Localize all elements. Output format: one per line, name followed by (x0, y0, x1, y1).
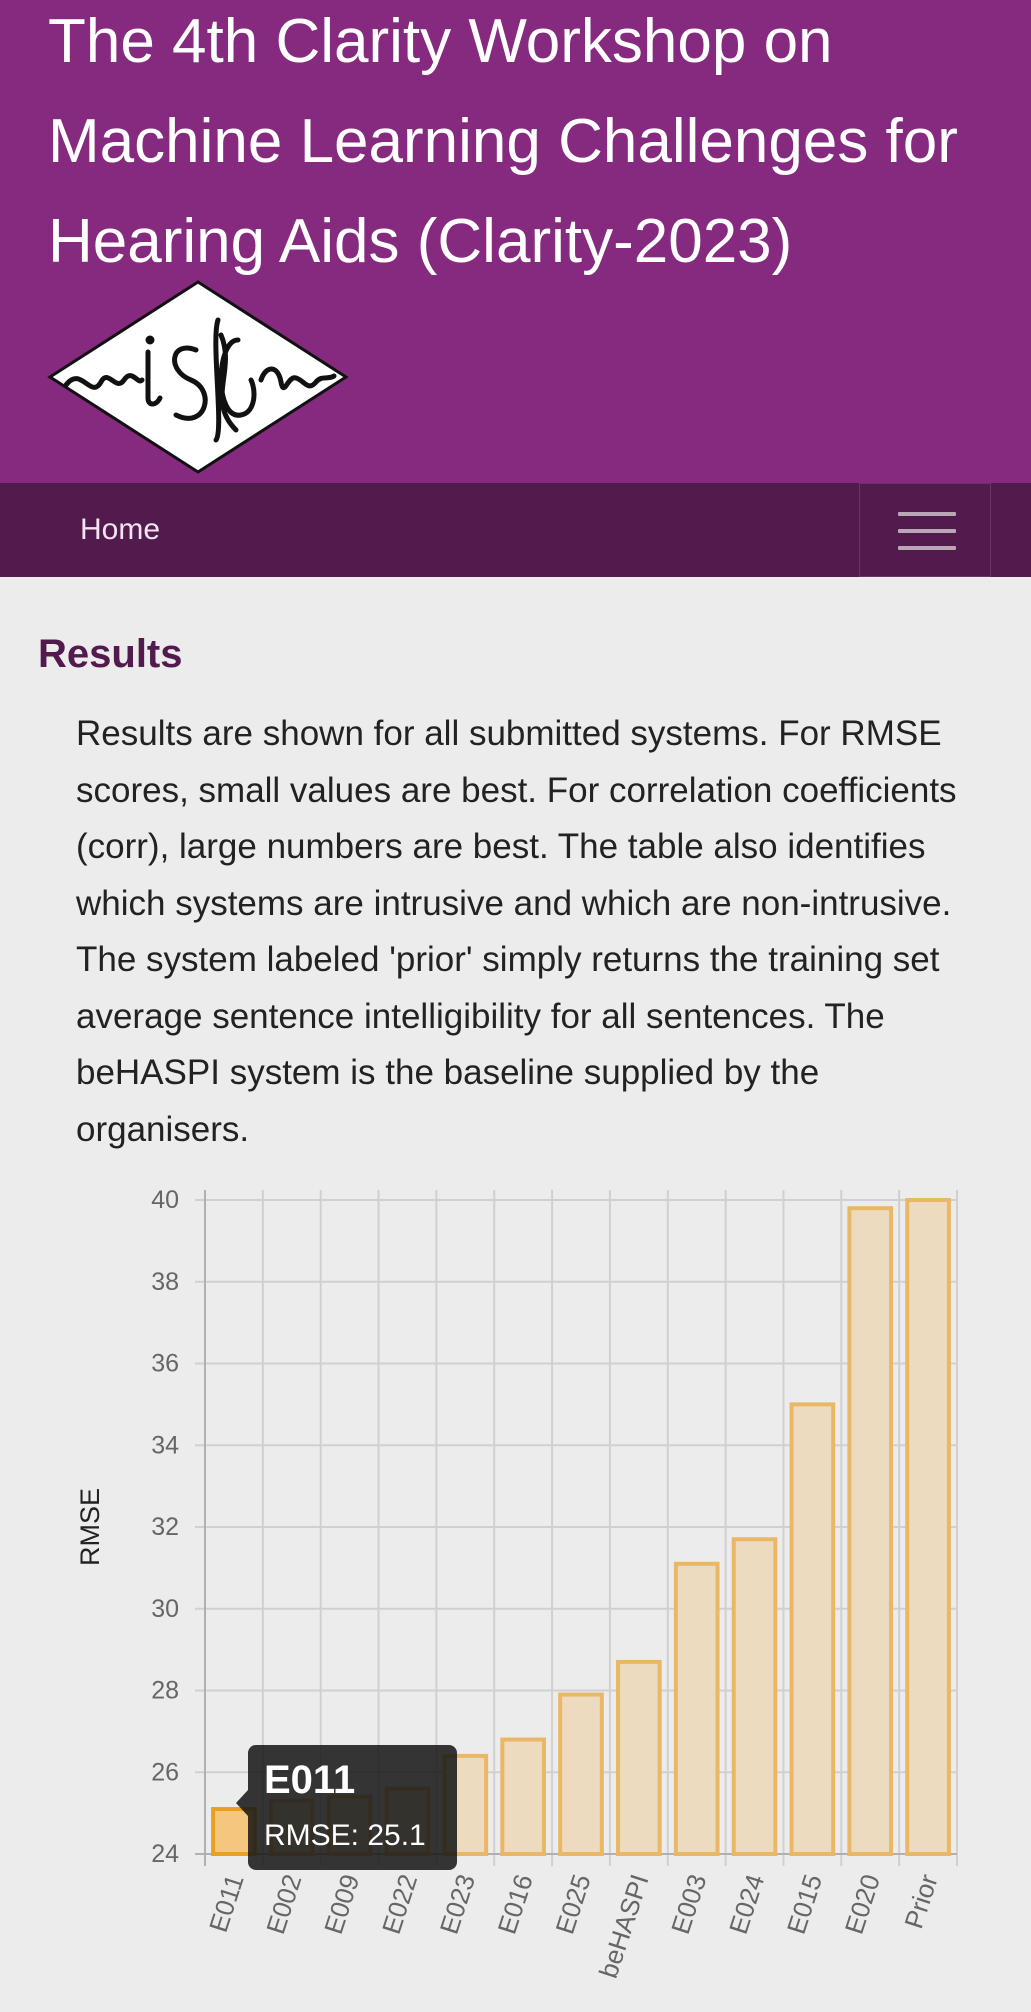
menu-toggle-button[interactable] (859, 483, 991, 577)
y-tick-label: 30 (151, 1595, 179, 1623)
bar-e015 (789, 1402, 836, 1856)
hamburger-menu-icon (898, 529, 956, 533)
site-header: The 4th Clarity Workshop on Machine Lear… (0, 0, 1031, 483)
y-tick-label: 28 (151, 1677, 179, 1705)
x-tick-label: beHASPI (593, 1871, 655, 1982)
results-intro: Results are shown for all submitted syst… (76, 714, 957, 1149)
y-tick-label: 32 (151, 1513, 179, 1541)
bar-e003 (673, 1561, 720, 1856)
x-tick-label: E022 (376, 1871, 423, 1938)
x-tick-label: E025 (549, 1871, 596, 1938)
x-tick-label: E011 (203, 1871, 250, 1936)
results-heading: Results (38, 632, 183, 676)
bar-e024 (731, 1537, 778, 1856)
x-tick-label: E003 (665, 1871, 712, 1938)
x-tick-label: E009 (318, 1871, 365, 1938)
hamburger-menu-icon (898, 546, 956, 550)
x-tick-label: E016 (492, 1871, 539, 1938)
tooltip-title: E011 (264, 1758, 355, 1802)
x-tick-label: E002 (260, 1871, 307, 1938)
y-tick-label: 38 (151, 1268, 179, 1296)
x-tick-label: E023 (434, 1871, 481, 1938)
nav-home-link[interactable]: Home (80, 483, 160, 577)
tooltip-label: RMSE: 25.1 (264, 1819, 426, 1852)
y-tick-label: 40 (151, 1186, 179, 1214)
x-tick-label: E015 (781, 1871, 828, 1938)
bar-prior (905, 1198, 951, 1856)
bar-e020 (847, 1206, 894, 1857)
y-tick-label: 36 (151, 1350, 179, 1378)
y-axis-label: RMSE (75, 1488, 105, 1566)
x-tick-label: E020 (839, 1871, 886, 1938)
bar-behaspi (616, 1659, 662, 1857)
y-tick-label: 26 (151, 1758, 179, 1786)
y-tick-label: 34 (151, 1431, 179, 1459)
x-tick-label: Prior (898, 1870, 944, 1932)
hamburger-menu-icon (898, 512, 956, 516)
x-tick-label: E024 (723, 1871, 770, 1938)
bar-e016 (500, 1737, 546, 1856)
rmse-bar-chart[interactable]: 242628303234363840RMSEE011 E002 E009 E022 E0… (0, 1160, 1031, 2012)
y-tick-label: 24 (151, 1840, 179, 1868)
bar-e025 (558, 1692, 604, 1857)
site-title: The 4th Clarity Workshop on Machine Lear… (48, 7, 958, 276)
isca-logo[interactable] (46, 280, 350, 474)
